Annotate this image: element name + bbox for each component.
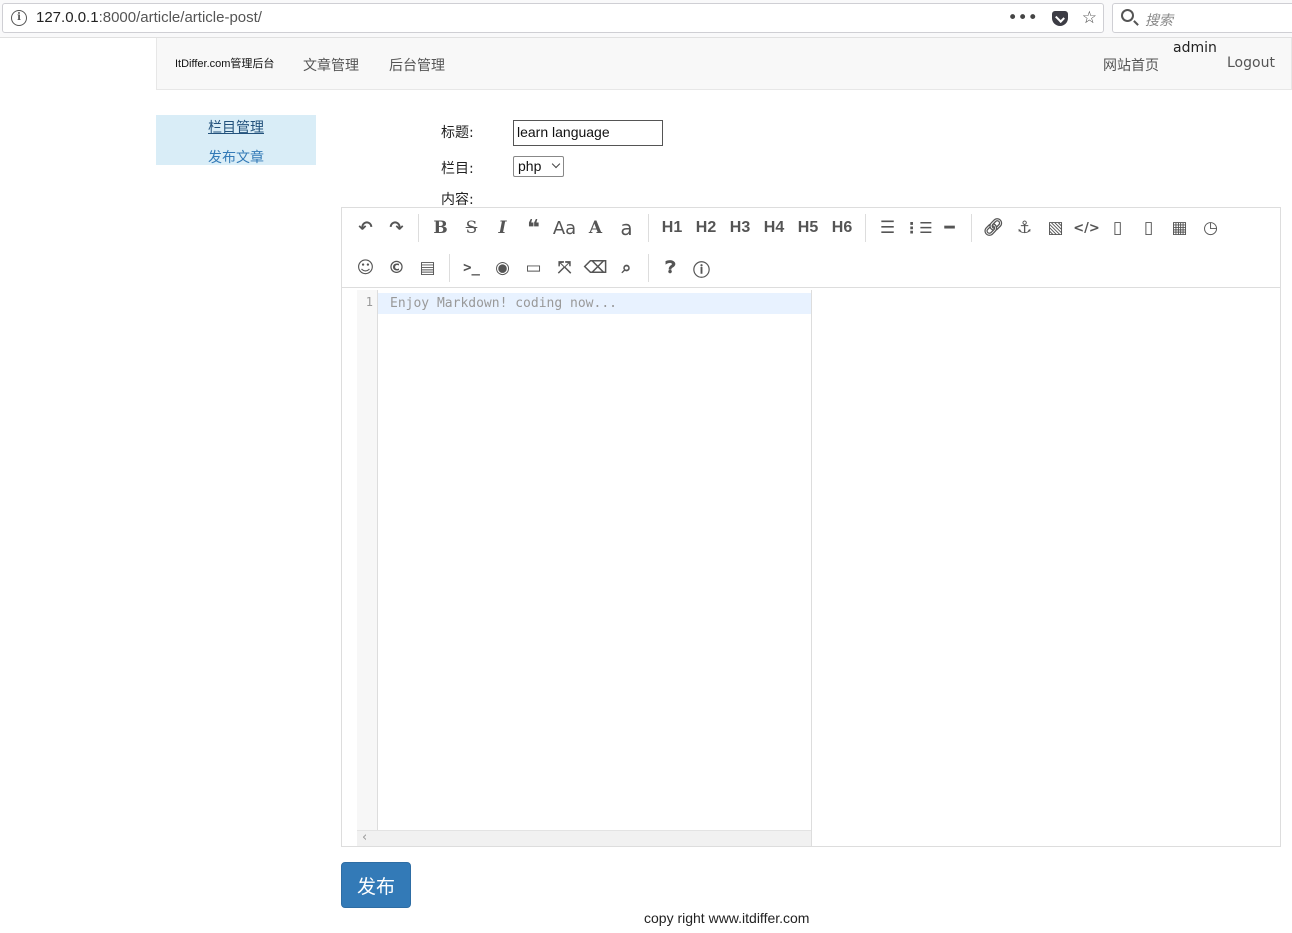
line-number: 1 bbox=[365, 295, 373, 309]
editor-placeholder: Enjoy Markdown! coding now... bbox=[390, 296, 617, 311]
top-navbar: ItDiffer.com管理后台 文章管理 后台管理 网站首页 admin Lo… bbox=[156, 38, 1292, 90]
logout-link[interactable]: Logout bbox=[1227, 55, 1275, 71]
column-select[interactable]: php bbox=[513, 156, 564, 177]
nav-site-home[interactable]: 网站首页 bbox=[1103, 55, 1159, 75]
toolbar-divider bbox=[648, 214, 649, 242]
sidebar-item-publish-article[interactable]: 发布文章 bbox=[156, 147, 316, 167]
toolbar-divider bbox=[865, 214, 866, 242]
title-input[interactable]: learn language bbox=[513, 120, 663, 146]
h1-button[interactable]: H1 bbox=[655, 213, 689, 243]
markdown-preview-area bbox=[813, 290, 1280, 846]
search-placeholder: 搜索 bbox=[1145, 13, 1173, 29]
column-label: 栏目: bbox=[441, 161, 474, 177]
site-info-icon[interactable]: i bbox=[11, 10, 27, 26]
strikethrough-icon[interactable]: S bbox=[456, 213, 487, 243]
code-icon[interactable]: </> bbox=[1071, 213, 1102, 243]
browser-toolbar: i 127.0.0.1:8000/article/article-post/ •… bbox=[0, 0, 1292, 38]
quote-icon[interactable]: ❝ bbox=[518, 213, 549, 243]
bold-icon[interactable]: B bbox=[425, 213, 456, 243]
horizontal-rule-icon[interactable]: ━ bbox=[934, 213, 965, 243]
desktop-icon[interactable]: ▭ bbox=[518, 253, 549, 283]
eraser-icon[interactable]: ⌫ bbox=[580, 253, 611, 283]
h4-button[interactable]: H4 bbox=[757, 213, 791, 243]
ordered-list-icon[interactable]: ⋮☰ bbox=[903, 213, 934, 243]
redo-icon[interactable]: ↷ bbox=[381, 213, 412, 243]
footer-copyright: copy right www.itdiffer.com bbox=[644, 910, 810, 926]
scroll-left-icon[interactable]: ‹ bbox=[362, 830, 367, 845]
markdown-input-area[interactable]: 1 Enjoy Markdown! coding now... ‹ bbox=[357, 290, 812, 846]
current-user: admin bbox=[1173, 40, 1217, 56]
page-break-icon[interactable]: ▤ bbox=[412, 253, 443, 283]
help-icon[interactable]: ❓︎ bbox=[655, 253, 686, 283]
toolbar-divider bbox=[648, 254, 649, 282]
brand-logo[interactable]: ItDiffer.com管理后台 bbox=[175, 55, 274, 71]
lowercase-icon[interactable]: a bbox=[611, 213, 642, 243]
terminal-icon[interactable]: >_ bbox=[456, 253, 487, 283]
info-icon[interactable]: ⓘ bbox=[686, 253, 717, 283]
content-label: 内容: bbox=[441, 192, 474, 208]
emoji-icon[interactable]: ☺ bbox=[350, 253, 381, 283]
sidebar: 栏目管理 发布文章 bbox=[156, 115, 316, 167]
fullscreen-icon[interactable]: ⤧ bbox=[549, 253, 580, 283]
markdown-editor: ↶ ↷ B S I ❝ Aa A a H1 H2 H3 H4 H5 H6 ☰ ⋮… bbox=[341, 207, 1281, 847]
address-bar[interactable]: i 127.0.0.1:8000/article/article-post/ •… bbox=[2, 3, 1104, 33]
unordered-list-icon[interactable]: ☰ bbox=[872, 213, 903, 243]
code-block-icon[interactable]: ▯ bbox=[1102, 213, 1133, 243]
bookmark-star-icon[interactable]: ☆ bbox=[1082, 7, 1097, 29]
preformatted-text-icon[interactable]: ▯ bbox=[1133, 213, 1164, 243]
editor-toolbar: ↶ ↷ B S I ❝ Aa A a H1 H2 H3 H4 H5 H6 ☰ ⋮… bbox=[342, 208, 1280, 288]
image-icon[interactable]: ▧ bbox=[1040, 213, 1071, 243]
horizontal-scrollbar[interactable]: ‹ bbox=[357, 830, 811, 846]
more-actions-icon[interactable]: ••• bbox=[1008, 7, 1038, 29]
nav-article-management[interactable]: 文章管理 bbox=[303, 55, 359, 75]
anchor-icon[interactable]: ⚓︎ bbox=[1009, 213, 1040, 243]
url-text[interactable]: 127.0.0.1:8000/article/article-post/ bbox=[36, 9, 262, 26]
table-icon[interactable]: ▦ bbox=[1164, 213, 1195, 243]
uppercase-lowercase-icon[interactable]: Aa bbox=[549, 213, 580, 243]
title-label: 标题: bbox=[441, 125, 474, 141]
h3-button[interactable]: H3 bbox=[723, 213, 757, 243]
link-icon[interactable]: 🔗︎ bbox=[978, 213, 1009, 243]
nav-admin-management[interactable]: 后台管理 bbox=[389, 55, 445, 75]
pocket-icon[interactable] bbox=[1051, 10, 1068, 26]
column-select-value: php bbox=[518, 158, 542, 174]
toolbar-divider bbox=[418, 214, 419, 242]
uppercase-icon[interactable]: A bbox=[580, 213, 611, 243]
clock-icon[interactable]: ◷ bbox=[1195, 213, 1226, 243]
h6-button[interactable]: H6 bbox=[825, 213, 859, 243]
undo-icon[interactable]: ↶ bbox=[350, 213, 381, 243]
eye-slash-icon[interactable]: ◉ bbox=[487, 253, 518, 283]
h2-button[interactable]: H2 bbox=[689, 213, 723, 243]
line-number-gutter: 1 bbox=[357, 290, 378, 830]
h5-button[interactable]: H5 bbox=[791, 213, 825, 243]
publish-button[interactable]: 发布 bbox=[341, 862, 411, 908]
chevron-down-icon bbox=[551, 159, 561, 169]
search-icon[interactable]: ⌕ bbox=[611, 253, 642, 283]
search-icon bbox=[1121, 9, 1134, 22]
sidebar-item-column-management[interactable]: 栏目管理 bbox=[156, 117, 316, 137]
toolbar-divider bbox=[449, 254, 450, 282]
html-entities-icon[interactable]: © bbox=[381, 253, 412, 283]
toolbar-divider bbox=[971, 214, 972, 242]
italic-icon[interactable]: I bbox=[487, 213, 518, 243]
browser-search-input[interactable]: 搜索 bbox=[1112, 3, 1292, 33]
